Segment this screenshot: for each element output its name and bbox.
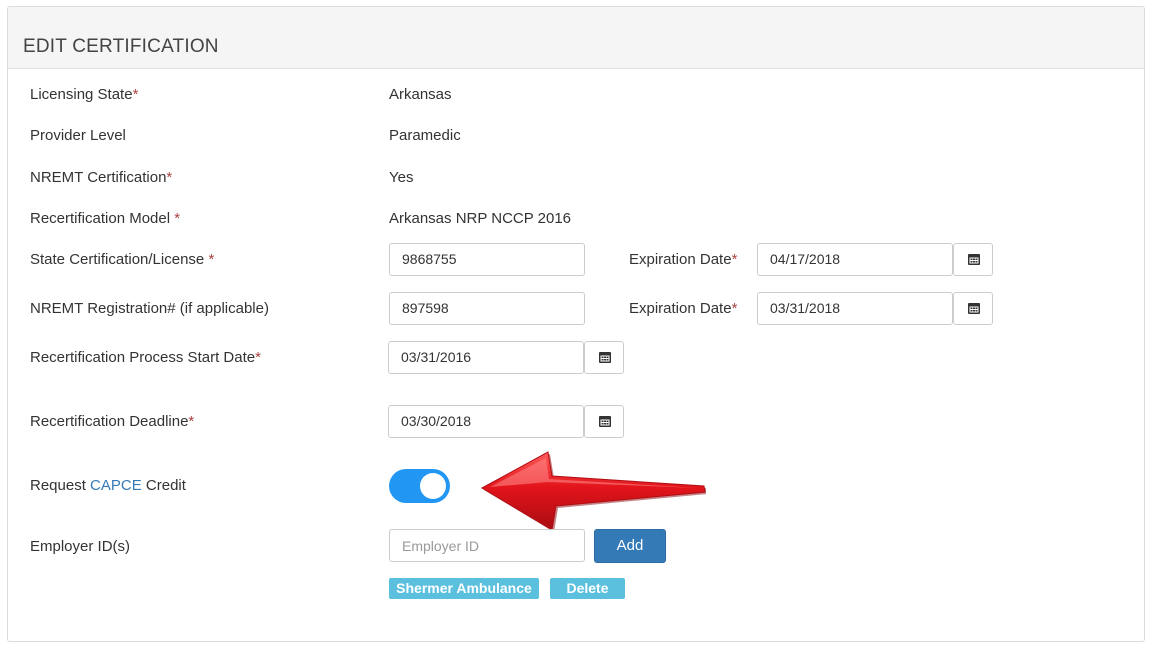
- recert-deadline-calendar-button[interactable]: [584, 405, 624, 438]
- nremt-certification-value: Yes: [389, 169, 414, 186]
- red-arrow-annotation: [480, 451, 706, 532]
- nremt-registration-input[interactable]: 897598: [389, 292, 585, 325]
- add-employer-button[interactable]: Add: [594, 529, 666, 563]
- page-title: EDIT CERTIFICATION: [23, 36, 219, 57]
- recert-deadline-label: Recertification Deadline*: [30, 413, 195, 430]
- provider-level-value: Paramedic: [389, 127, 461, 144]
- licensing-state-value: Arkansas: [389, 86, 452, 103]
- employer-ids-label: Employer ID(s): [30, 538, 131, 555]
- recert-deadline-input[interactable]: 03/30/2018: [388, 405, 584, 438]
- recert-start-calendar-button[interactable]: [584, 341, 624, 374]
- nremt-expiration-calendar-button[interactable]: [953, 292, 993, 325]
- state-expiration-input[interactable]: 04/17/2018: [757, 243, 953, 276]
- capce-credit-toggle[interactable]: [389, 469, 450, 503]
- nremt-registration-label: NREMT Registration# (if applicable): [30, 300, 269, 317]
- provider-level-label: Provider Level: [30, 127, 126, 144]
- capce-credit-label: Request CAPCE Credit: [30, 477, 186, 494]
- panel-header: EDIT CERTIFICATION: [8, 7, 1144, 69]
- recert-start-label: Recertification Process Start Date*: [30, 349, 261, 366]
- capce-link[interactable]: CAPCE: [90, 477, 142, 494]
- recertification-model-label: Recertification Model *: [30, 210, 181, 227]
- toggle-knob: [420, 473, 446, 499]
- state-expiration-label: Expiration Date*: [629, 251, 738, 268]
- nremt-expiration-label: Expiration Date*: [629, 300, 738, 317]
- state-certification-input[interactable]: 9868755: [389, 243, 585, 276]
- nremt-expiration-input[interactable]: 03/31/2018: [757, 292, 953, 325]
- employer-id-input[interactable]: [389, 529, 585, 562]
- delete-employer-button[interactable]: Delete: [550, 578, 625, 599]
- state-expiration-calendar-button[interactable]: [953, 243, 993, 276]
- state-certification-label: State Certification/License *: [30, 251, 215, 268]
- calendar-icon: [968, 303, 980, 314]
- calendar-icon: [599, 416, 611, 427]
- calendar-icon: [968, 254, 980, 265]
- calendar-icon: [599, 352, 611, 363]
- recertification-model-value: Arkansas NRP NCCP 2016: [389, 210, 572, 227]
- licensing-state-label: Licensing State*: [30, 86, 139, 103]
- nremt-certification-label: NREMT Certification*: [30, 169, 173, 186]
- recert-start-input[interactable]: 03/31/2016: [388, 341, 584, 374]
- employer-tag: Shermer Ambulance: [389, 578, 539, 599]
